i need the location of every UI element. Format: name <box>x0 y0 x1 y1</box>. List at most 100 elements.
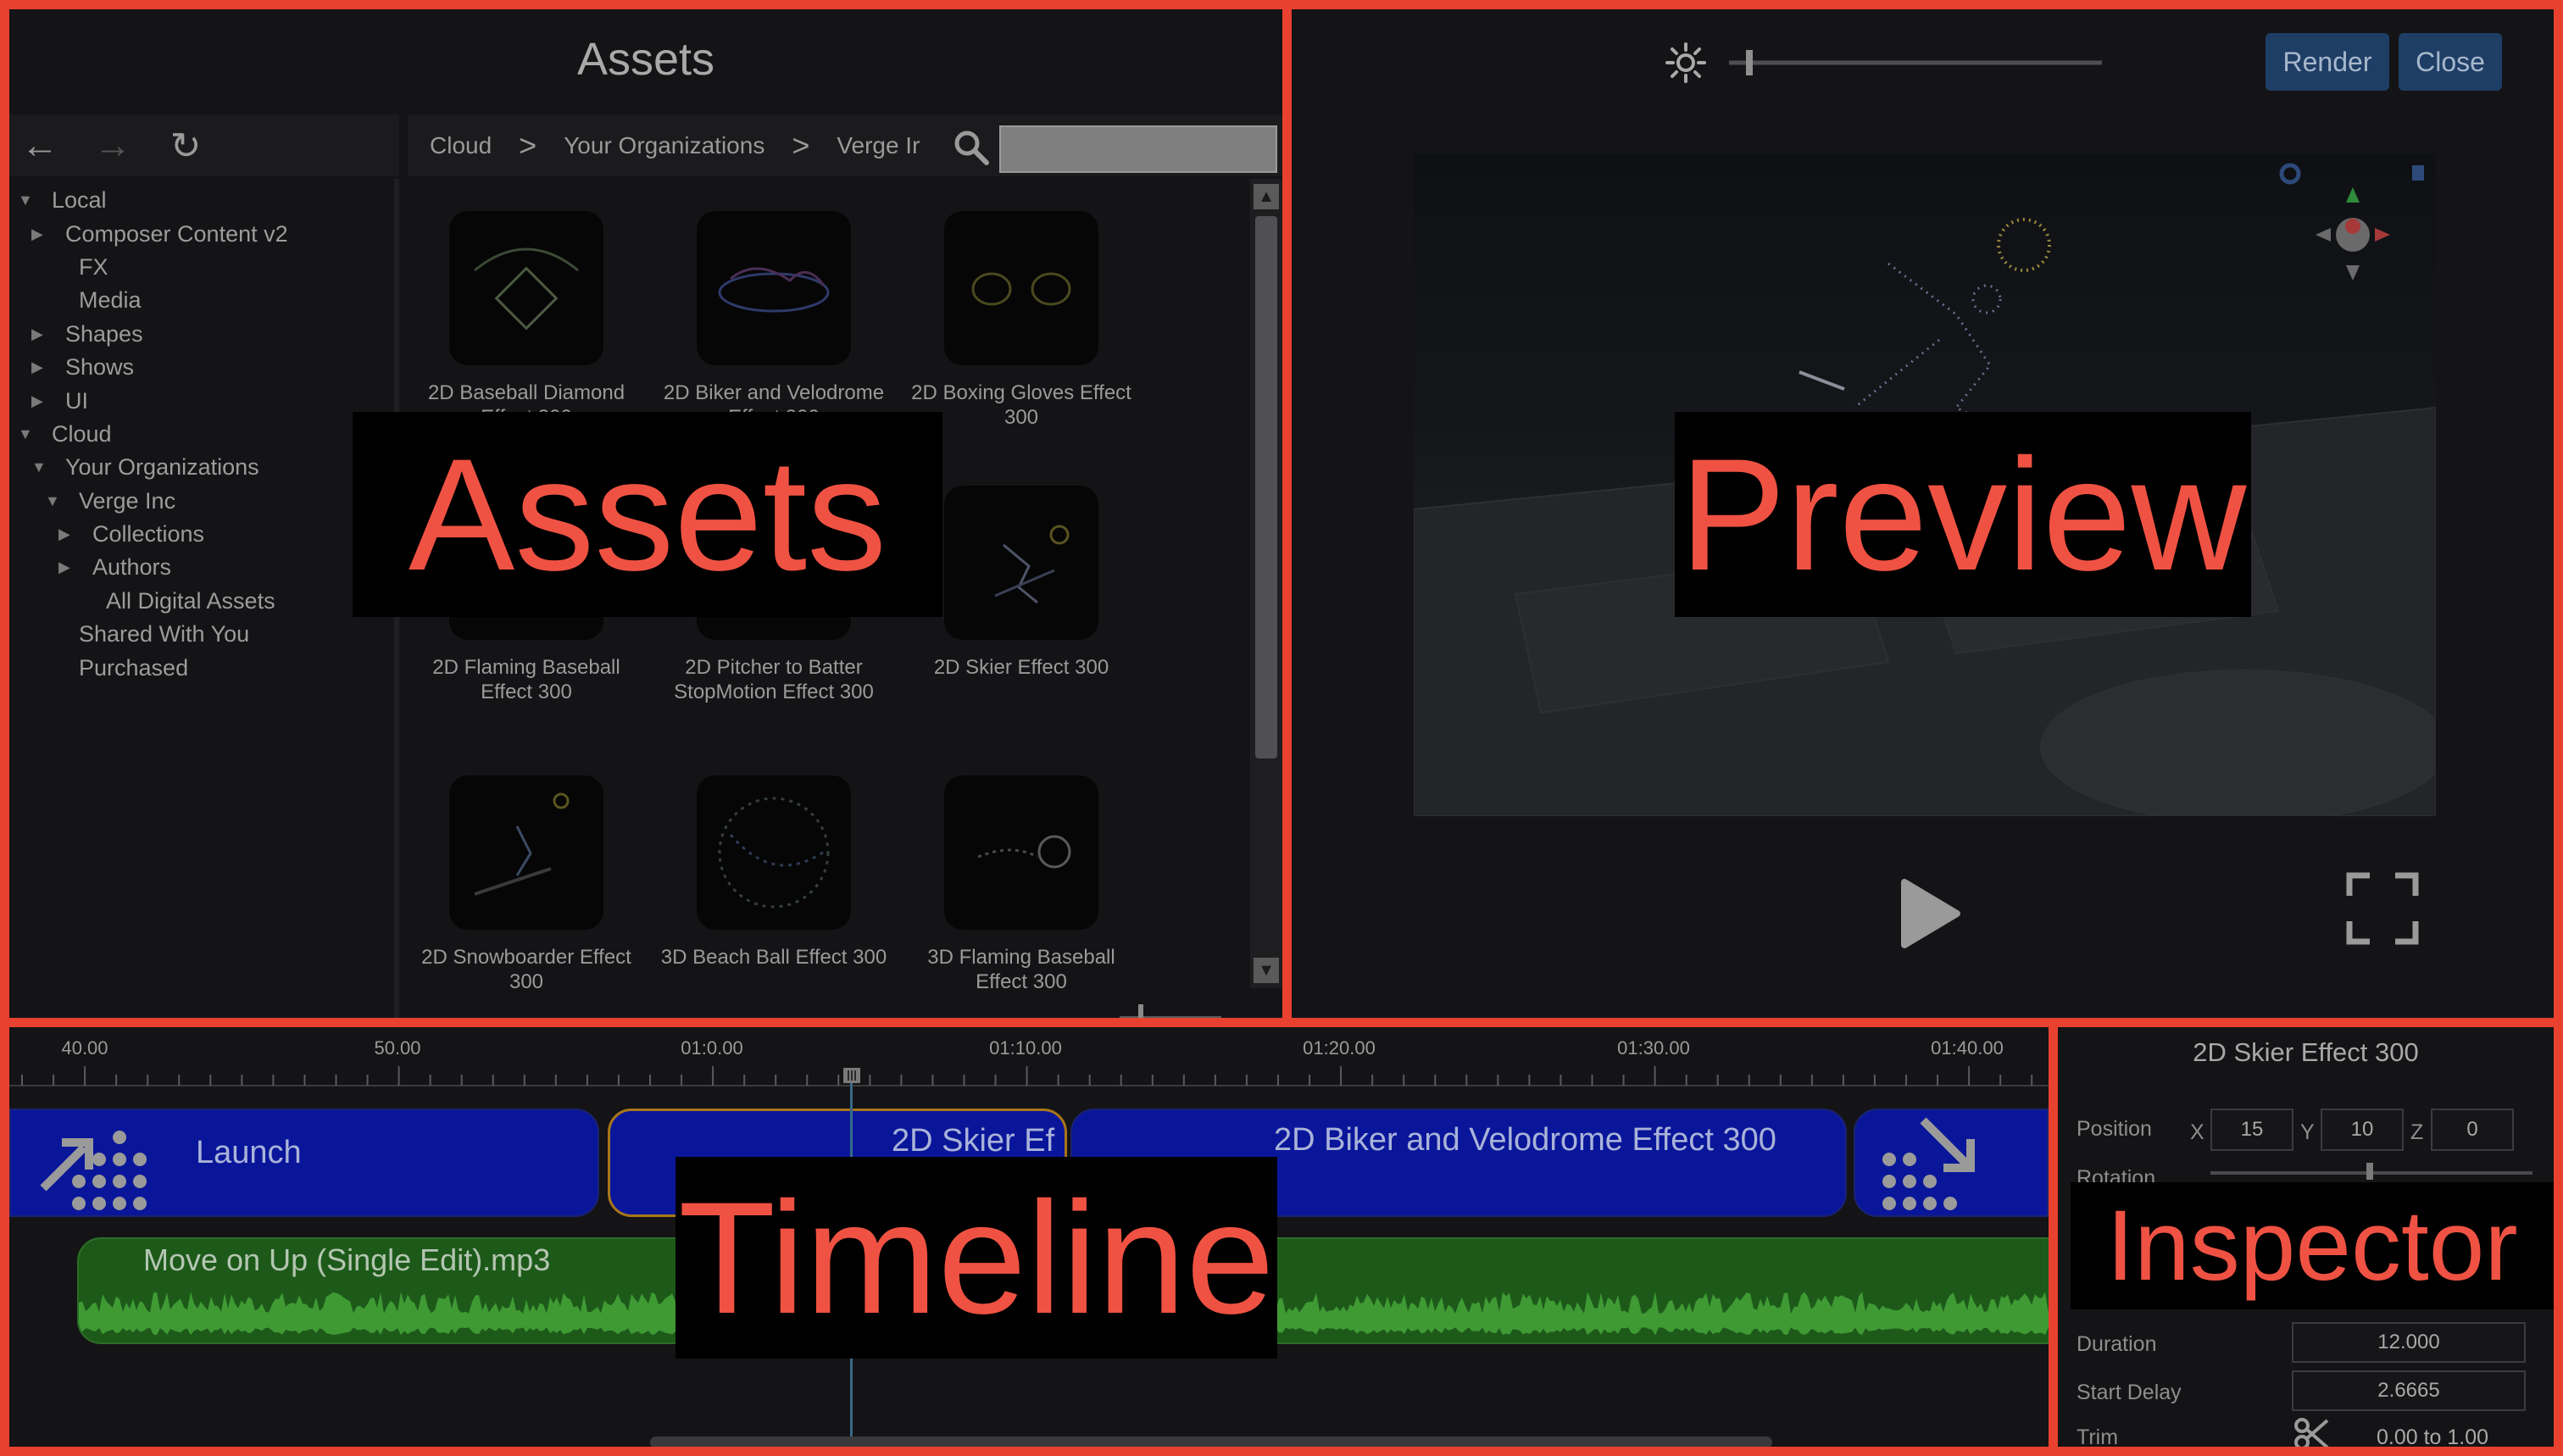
tree-item-shows[interactable]: ▶ Shows <box>9 351 394 384</box>
camera-icon[interactable] <box>2412 165 2424 181</box>
duration-input[interactable]: 12.000 <box>2292 1322 2526 1363</box>
asset-thumbnail <box>944 211 1098 365</box>
preview-overlay-label: Preview <box>1675 412 2251 617</box>
breadcrumb-verge-inc[interactable]: Verge Ir <box>837 132 920 159</box>
inspector-panel: 2D Skier Effect 300 Position X 15 Y 10 Z… <box>2049 1018 2563 1456</box>
scroll-up-arrow-icon[interactable]: ▲ <box>1254 184 1279 209</box>
tree-item-your-organizations[interactable]: ▼ Your Organizations <box>9 451 394 484</box>
scrollbar-thumb[interactable] <box>1255 216 1277 759</box>
trim-label: Trim <box>2077 1425 2119 1449</box>
asset-thumbnail <box>449 775 603 930</box>
tick-label: 01:0.00 <box>681 1037 743 1059</box>
play-icon[interactable] <box>1879 867 1972 960</box>
back-arrow-icon[interactable]: ← <box>19 125 60 167</box>
tree-expand-icon[interactable]: ▶ <box>31 225 52 243</box>
assets-title: Assets <box>9 9 1282 109</box>
search-input[interactable] <box>999 125 1277 173</box>
position-label: Position <box>2077 1117 2152 1141</box>
start-delay-input[interactable]: 2.6665 <box>2292 1370 2526 1411</box>
preview-toolbar: Render Close <box>1292 9 2554 109</box>
tree-item-local[interactable]: ▼ Local <box>9 184 394 217</box>
asset-thumbnail <box>944 486 1098 640</box>
tree-expand-icon[interactable]: ▼ <box>45 492 65 510</box>
assets-panel: Assets ← → ↻ Cloud > Your Organizations … <box>0 0 1292 1027</box>
position-y-input[interactable]: 10 <box>2321 1109 2404 1151</box>
folder-tree: ▼ Local ▶ Composer Content v2 FX Media ▶ Sh… <box>9 179 399 1018</box>
tree-expand-icon[interactable]: ▼ <box>31 458 52 476</box>
assets-nav-bar: ← → ↻ <box>9 115 399 176</box>
asset-tile[interactable]: 2D Biker and Velodrome Effect 300 <box>655 211 892 430</box>
tree-item-label: Media <box>79 287 142 314</box>
tree-expand-icon[interactable]: ▶ <box>31 325 52 343</box>
close-button[interactable]: Close <box>2399 33 2502 91</box>
tree-item-composer-content[interactable]: ▶ Composer Content v2 <box>9 217 394 250</box>
tree-item-label: Cloud <box>52 420 112 447</box>
tree-expand-icon[interactable]: ▶ <box>31 392 52 410</box>
refresh-icon[interactable]: ↻ <box>165 125 206 168</box>
clip-launch[interactable]: Launch <box>9 1109 599 1217</box>
tree-expand-icon[interactable]: ▼ <box>18 425 38 443</box>
tree-item-label: FX <box>79 253 108 280</box>
breadcrumb-cloud[interactable]: Cloud <box>430 132 492 159</box>
time-ruler[interactable]: 40.00 50.00 01:0.00 01:10.00 01:20.00 01… <box>9 1027 2049 1086</box>
breadcrumb-your-organizations[interactable]: Your Organizations <box>564 132 764 159</box>
tree-item-purchased[interactable]: Purchased <box>9 651 394 684</box>
clip-label: Launch <box>196 1134 302 1170</box>
position-x-input[interactable]: 15 <box>2210 1109 2293 1151</box>
asset-tile[interactable]: 2D Snowboarder Effect 300 <box>408 775 645 994</box>
scroll-down-arrow-icon[interactable]: ▼ <box>1254 958 1279 983</box>
position-z-input[interactable]: 0 <box>2431 1109 2514 1151</box>
asset-scrollbar[interactable]: ▲ ▼ <box>1250 179 1282 988</box>
tree-item-media[interactable]: Media <box>9 284 394 317</box>
tree-item-shapes[interactable]: ▶ Shapes <box>9 318 394 351</box>
timeline-panel: 40.00 50.00 01:0.00 01:10.00 01:20.00 01… <box>0 1018 2058 1456</box>
tree-item-collections[interactable]: ▶ Collections <box>9 518 394 551</box>
render-button[interactable]: Render <box>2266 33 2389 91</box>
tree-expand-icon[interactable]: ▼ <box>18 192 38 209</box>
tree-item-label: Shared With You <box>79 621 250 647</box>
tree-item-all-digital-assets[interactable]: All Digital Assets <box>9 585 394 618</box>
tree-item-label: Purchased <box>79 654 189 681</box>
asset-tile[interactable]: 3D Beach Ball Effect 300 <box>655 775 892 994</box>
asset-name: 3D Beach Ball Effect 300 <box>660 946 887 969</box>
search-icon[interactable] <box>950 126 992 169</box>
tree-item-ui[interactable]: ▶ UI <box>9 384 394 417</box>
tree-item-label: Collections <box>92 521 205 547</box>
tick-label: 50.00 <box>374 1037 421 1059</box>
assets-overlay-label: Assets <box>353 412 942 617</box>
scissors-icon[interactable] <box>2293 1415 2331 1453</box>
forward-arrow-icon[interactable]: → <box>92 125 133 167</box>
asset-name: 2D Snowboarder Effect 300 <box>421 946 631 993</box>
timeline-horizontal-scrollbar[interactable] <box>650 1437 1772 1447</box>
tree-item-label: Shapes <box>65 320 143 347</box>
breadcrumb-separator: > <box>519 128 537 163</box>
tree-item-shared-with-you[interactable]: Shared With You <box>9 618 394 651</box>
rotation-slider[interactable] <box>2210 1154 2532 1180</box>
tree-item-verge-inc[interactable]: ▼ Verge Inc <box>9 485 394 518</box>
tick-label: 01:30.00 <box>1617 1037 1690 1059</box>
tree-item-authors[interactable]: ▶ Authors <box>9 551 394 584</box>
timeline-overlay-label: Timeline <box>675 1157 1277 1359</box>
x-axis-label: X <box>2190 1120 2204 1144</box>
fullscreen-icon[interactable] <box>2344 870 2421 947</box>
clip-landing[interactable] <box>1854 1109 2049 1217</box>
duration-label: Duration <box>2077 1332 2157 1356</box>
asset-tile[interactable]: 3D Flaming Baseball Effect 300 <box>903 775 1140 994</box>
trim-value[interactable]: 0.00 to 1.00 <box>2377 1425 2488 1447</box>
clip-label: 2D Biker and Velodrome Effect 300 <box>1274 1122 1776 1158</box>
asset-tile[interactable]: 2D Boxing Gloves Effect 300 <box>903 211 1140 430</box>
y-axis-label: Y <box>2300 1120 2315 1144</box>
tree-expand-icon[interactable]: ▶ <box>58 559 79 576</box>
playhead-handle[interactable] <box>842 1066 862 1085</box>
tree-expand-icon[interactable]: ▶ <box>31 358 52 376</box>
tree-item-cloud[interactable]: ▼ Cloud <box>9 418 394 451</box>
tree-item-fx[interactable]: FX <box>9 251 394 284</box>
tree-item-label: Verge Inc <box>79 487 176 514</box>
brightness-slider[interactable] <box>1729 48 2102 77</box>
asset-tile[interactable]: 2D Baseball Diamond Effect 300 <box>408 211 645 430</box>
tree-item-label: Local <box>52 187 107 214</box>
landing-arrow-icon <box>1882 1117 1975 1210</box>
asset-name: 2D Skier Effect 300 <box>933 656 1109 679</box>
tree-item-label: Authors <box>92 554 172 581</box>
tree-expand-icon[interactable]: ▶ <box>58 525 79 543</box>
